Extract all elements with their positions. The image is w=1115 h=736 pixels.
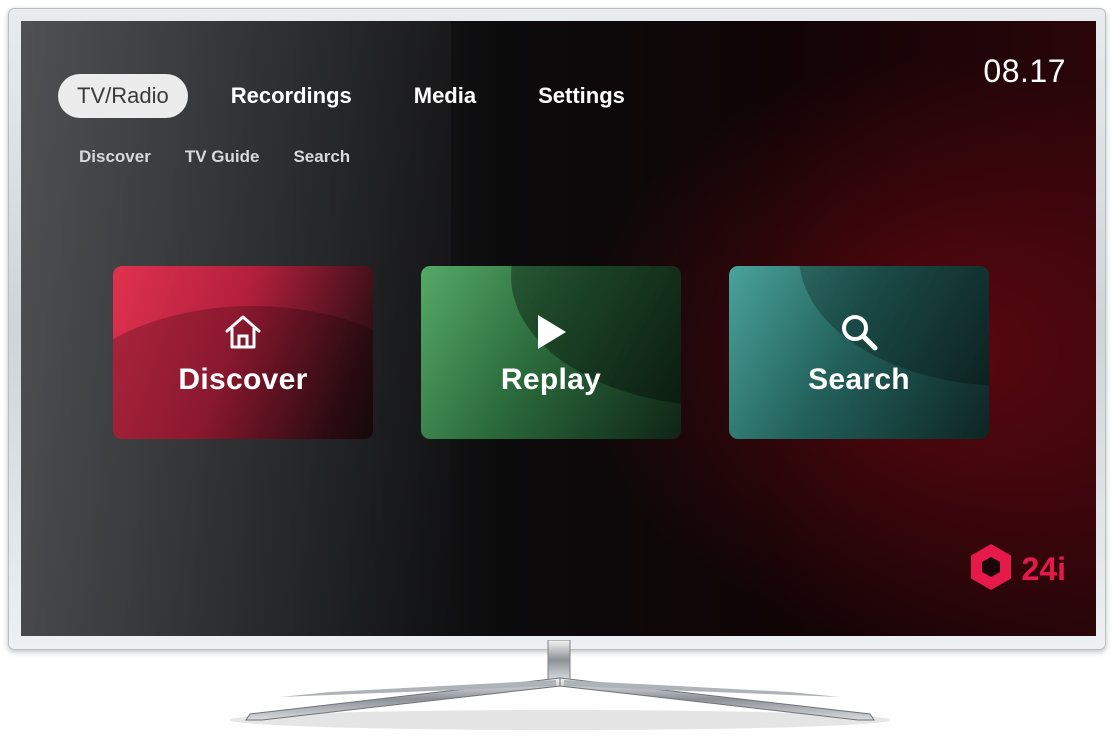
search-tile[interactable]: Search (729, 266, 989, 439)
tile-label: Search (808, 362, 910, 396)
subtab-tv-guide[interactable]: TV Guide (185, 147, 260, 167)
subtab-search[interactable]: Search (293, 147, 350, 167)
brand-logo: 24i (968, 542, 1066, 596)
replay-tile[interactable]: Replay (421, 266, 681, 439)
tab-recordings[interactable]: Recordings (212, 74, 371, 118)
sub-nav: Discover TV Guide Search (79, 147, 384, 167)
play-icon (530, 309, 572, 355)
tab-media[interactable]: Media (395, 74, 495, 118)
tile-label: Discover (178, 362, 308, 396)
brand-text: 24i (1021, 550, 1066, 587)
tab-settings[interactable]: Settings (519, 74, 644, 118)
home-icon (222, 309, 264, 355)
hexagon-logo-icon (968, 542, 1014, 596)
search-icon (838, 309, 880, 355)
tab-tv-radio[interactable]: TV/Radio (58, 74, 188, 118)
main-nav: TV/Radio Recordings Media Settings (58, 74, 668, 118)
tv-stand (230, 640, 890, 730)
clock: 08.17 (983, 53, 1066, 89)
subtab-discover[interactable]: Discover (79, 147, 151, 167)
tile-label: Replay (500, 362, 602, 396)
discover-tile[interactable]: Discover (113, 266, 373, 439)
tv-screen: 08.17 TV/Radio Recordings Media Settings… (21, 21, 1096, 636)
